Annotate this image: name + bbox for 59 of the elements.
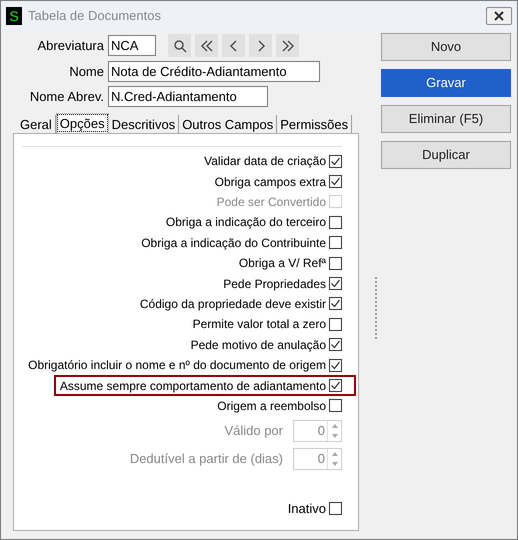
first-button[interactable] <box>195 34 218 57</box>
prev-button[interactable] <box>222 34 245 57</box>
last-button[interactable] <box>276 34 299 57</box>
double-left-chevron-icon <box>200 38 214 52</box>
text-field[interactable]: NCA <box>108 35 156 56</box>
option-label: Obriga a V/ Refª <box>238 255 326 272</box>
tab[interactable]: Opções <box>56 113 109 133</box>
next-button[interactable] <box>249 34 272 57</box>
option-label: Obrigatório incluir o nome e nº do documento de origem <box>28 357 326 374</box>
checkbox[interactable] <box>329 358 342 372</box>
checkbox[interactable] <box>329 399 342 412</box>
checkmark-icon <box>330 298 341 310</box>
checkmark-icon <box>330 176 341 188</box>
option-label: Assume sempre comportamento de adiantamento <box>60 378 326 394</box>
checkmark-icon <box>330 278 341 290</box>
text-field[interactable]: Nota de Crédito-Adiantamento <box>108 61 320 82</box>
search-icon <box>172 38 186 52</box>
option-label: Origem a reembolso <box>217 398 326 415</box>
field-label: Nome <box>68 62 105 81</box>
search-button[interactable] <box>168 34 191 57</box>
option-label: Obriga a indicação do terceiro <box>166 214 326 232</box>
checkmark-icon <box>330 339 341 350</box>
app-icon: S <box>6 7 22 25</box>
option-label: Pede motivo de anulação <box>190 336 326 354</box>
option-label: Código da propriedade deve existir <box>140 296 326 313</box>
checkbox[interactable] <box>329 175 342 188</box>
action-button[interactable]: Gravar <box>381 69 511 97</box>
spinner-label: Válido por <box>224 422 283 440</box>
option-label: Obriga campos extra <box>214 174 326 191</box>
option-label: Permite valor total a zero <box>192 316 326 334</box>
double-right-chevron-icon <box>280 38 294 52</box>
checkbox[interactable] <box>329 236 342 250</box>
spinner-label: Dedutível a partir de (dias) <box>130 450 283 468</box>
option-label: Pode ser Convertido <box>216 194 326 211</box>
checkbox[interactable] <box>329 216 342 229</box>
close-button[interactable] <box>486 7 512 25</box>
action-button[interactable]: Eliminar (F5) <box>381 105 511 133</box>
checkbox[interactable] <box>329 154 342 168</box>
close-icon <box>493 11 505 21</box>
checkbox[interactable] <box>329 256 342 270</box>
checkbox[interactable] <box>329 502 342 515</box>
checkbox[interactable] <box>329 338 342 352</box>
action-button[interactable]: Duplicar <box>381 141 511 169</box>
checkbox[interactable] <box>329 277 342 290</box>
option-label: Obriga a indicação do Contribuinte <box>141 234 326 252</box>
checkbox[interactable] <box>329 378 342 392</box>
checkmark-icon <box>330 360 341 371</box>
checkbox[interactable] <box>329 297 342 310</box>
option-label: Inativo <box>288 500 326 518</box>
text-field[interactable]: N.Cred-Adiantamento <box>108 86 268 107</box>
field-label: Nome Abrev. <box>28 88 105 106</box>
option-label: Validar data de criação <box>204 153 326 170</box>
window-title: Tabela de Documentos <box>28 7 161 26</box>
action-button[interactable]: Novo <box>381 33 511 61</box>
field-label: Abreviatura <box>36 36 105 55</box>
checkmark-icon <box>330 156 341 167</box>
checkbox[interactable] <box>329 318 342 331</box>
checkmark-icon <box>330 380 341 391</box>
option-label: Pede Propriedades <box>223 276 326 293</box>
